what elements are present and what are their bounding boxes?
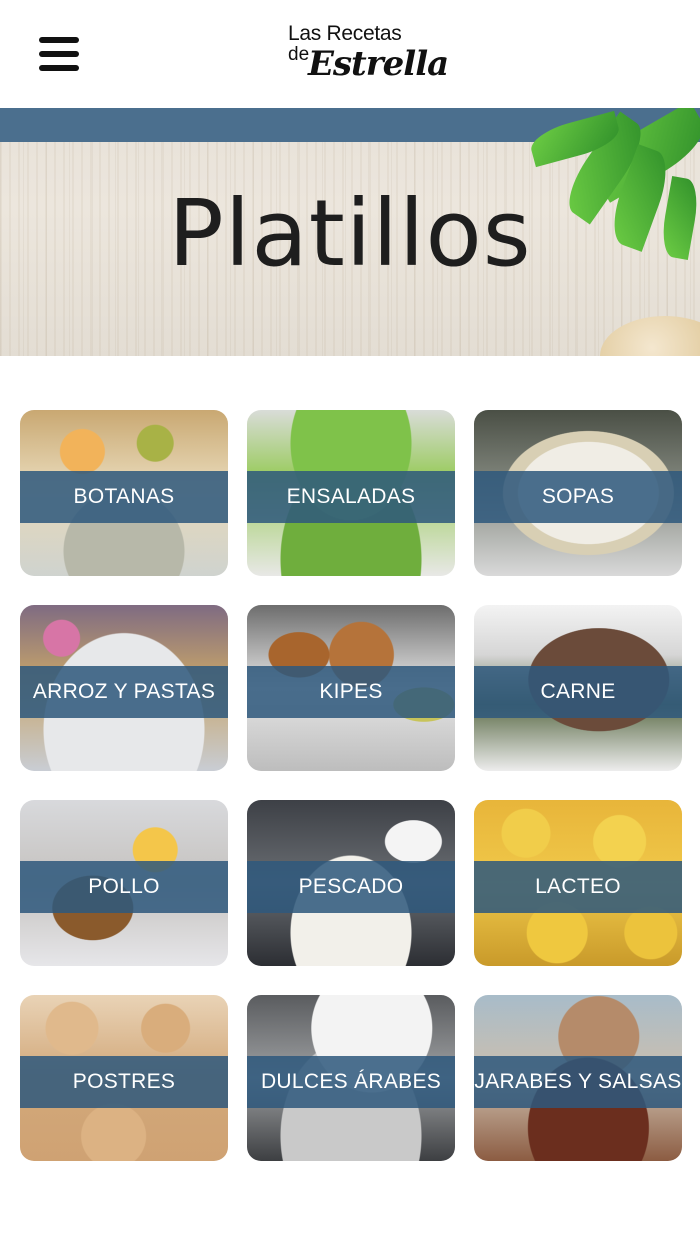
app-logo: Las Recetas de Estrella <box>284 22 449 86</box>
page-title: Platillos <box>168 180 532 287</box>
category-label: DULCES ÁRABES <box>260 1070 442 1093</box>
category-tile-pescado[interactable]: PESCADO <box>247 800 455 966</box>
hamburger-menu-icon[interactable] <box>34 33 84 75</box>
menu-bar <box>39 37 79 43</box>
category-label-band: BOTANAS <box>20 471 228 523</box>
category-label: BOTANAS <box>73 485 175 508</box>
category-label: PESCADO <box>298 875 404 898</box>
category-tile-dulces-arabes[interactable]: DULCES ÁRABES <box>247 995 455 1161</box>
category-tile-kipes[interactable]: KIPES <box>247 605 455 771</box>
category-label: LACTEO <box>535 875 621 898</box>
category-label-band: LACTEO <box>474 861 682 913</box>
category-label-band: ENSALADAS <box>247 471 455 523</box>
category-label-band: DULCES ÁRABES <box>247 1056 455 1108</box>
category-tile-postres[interactable]: POSTRES <box>20 995 228 1161</box>
category-tile-jarabes-y-salsas[interactable]: JARABES Y SALSAS <box>474 995 682 1161</box>
category-label: POSTRES <box>72 1070 176 1093</box>
category-label-band: CARNE <box>474 666 682 718</box>
category-label-band: ARROZ Y PASTAS <box>20 666 228 718</box>
bread-decoration <box>600 316 700 356</box>
category-tile-botanas[interactable]: BOTANAS <box>20 410 228 576</box>
category-tile-lacteo[interactable]: LACTEO <box>474 800 682 966</box>
logo-text-las-recetas: Las Recetas <box>288 22 402 45</box>
category-label-band: POLLO <box>20 861 228 913</box>
category-tile-arroz-y-pastas[interactable]: ARROZ Y PASTAS <box>20 605 228 771</box>
category-tile-sopas[interactable]: SOPAS <box>474 410 682 576</box>
category-label: JARABES Y SALSAS <box>474 1070 682 1093</box>
category-tile-pollo[interactable]: POLLO <box>20 800 228 966</box>
section-banner: Platillos <box>0 108 700 356</box>
logo-text-de: de <box>288 44 310 65</box>
category-label-band: JARABES Y SALSAS <box>474 1056 682 1108</box>
category-label: POLLO <box>88 875 160 898</box>
category-label: KIPES <box>319 680 383 703</box>
category-label: ENSALADAS <box>286 485 416 508</box>
category-tile-carne[interactable]: CARNE <box>474 605 682 771</box>
logo-text-estrella: Estrella <box>308 44 449 84</box>
category-label: CARNE <box>540 680 616 703</box>
app-header: Las Recetas de Estrella <box>0 0 700 108</box>
category-label-band: SOPAS <box>474 471 682 523</box>
menu-bar <box>39 51 79 57</box>
category-label: SOPAS <box>541 485 615 508</box>
category-grid: BOTANAS ENSALADAS SOPAS ARROZ Y PASTAS K… <box>20 410 682 1161</box>
category-label: ARROZ Y PASTAS <box>32 680 216 703</box>
menu-bar <box>39 65 79 71</box>
category-label-band: POSTRES <box>20 1056 228 1108</box>
category-label-band: PESCADO <box>247 861 455 913</box>
category-tile-ensaladas[interactable]: ENSALADAS <box>247 410 455 576</box>
category-label-band: KIPES <box>247 666 455 718</box>
